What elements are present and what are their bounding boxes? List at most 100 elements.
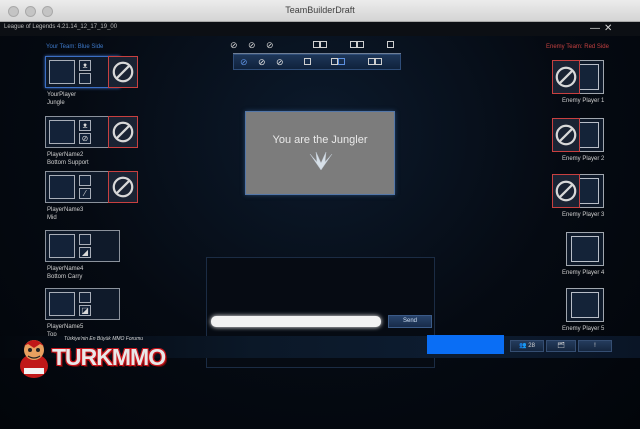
ban-icon: [112, 61, 134, 83]
ban-active-2-icon[interactable]: ⊘: [258, 58, 266, 67]
window-title: TeamBuilderDraft: [285, 5, 355, 15]
summoner-spell-1[interactable]: [79, 175, 91, 186]
highlight-box: [427, 335, 504, 354]
window-titlebar: TeamBuilderDraft: [0, 0, 640, 22]
summoner-spell-2[interactable]: ⊘: [79, 133, 91, 144]
close-button[interactable]: ✕: [604, 22, 612, 36]
enemy-slot: Enemy Player 3: [552, 174, 608, 222]
ban-active-6-icon[interactable]: [368, 58, 382, 67]
champion-frame[interactable]: ◪: [45, 288, 120, 320]
player-name: PlayerName5: [47, 324, 84, 330]
friends-count: 28: [528, 343, 535, 349]
logo-wordmark: TURKMMO: [52, 344, 166, 370]
summoner-spell-1[interactable]: ᴥ: [79, 120, 91, 131]
enemy-champion-portrait: [571, 236, 599, 262]
watermark-logo: Türkiye'nin En Büyük MMO Forumu TURKMMO: [14, 336, 166, 380]
role-assignment-panel: You are the Jungler: [245, 111, 395, 195]
teleport-icon: ◪: [81, 306, 89, 315]
summoner-spell-1[interactable]: [79, 234, 91, 245]
summoner-spell-2[interactable]: ◪: [79, 305, 91, 316]
chat-input[interactable]: [211, 316, 381, 327]
summoner-spell-1[interactable]: ᴥ: [79, 60, 91, 71]
player-role: Bottom Support: [47, 160, 89, 166]
red-team-label: Enemy Team: Red Side: [546, 44, 609, 50]
friends-icon: 👥: [519, 343, 527, 349]
player-name: PlayerName4: [47, 266, 84, 272]
folder-icon: 🗂: [557, 343, 565, 349]
champion-portrait[interactable]: [49, 175, 75, 199]
player-name: PlayerName3: [47, 207, 84, 213]
champion-portrait[interactable]: [49, 234, 75, 258]
enemy-player-name: Enemy Player 3: [562, 212, 605, 218]
slash-icon: ⁄: [84, 189, 86, 198]
smite-claw-icon: ᴥ: [82, 121, 88, 130]
ban-icon: [555, 66, 577, 88]
player-name: YourPlayer: [47, 92, 77, 98]
ban-slot-4-icon[interactable]: [313, 41, 327, 50]
player-role: Bottom Carry: [47, 274, 83, 280]
ban-icon: [112, 176, 134, 198]
player-name: PlayerName2: [47, 152, 84, 158]
enemy-champion-frame: [566, 288, 604, 322]
flash-icon: ⊘: [81, 134, 89, 143]
ban-active-1-icon[interactable]: ⊘: [240, 58, 248, 67]
send-button[interactable]: Send: [388, 315, 432, 328]
ban-indicator: [108, 171, 138, 203]
enemy-slot: Enemy Player 1: [552, 60, 608, 108]
ban-indicator: [108, 116, 138, 148]
ban-active-bar: ⊘ ⊘ ⊘: [233, 54, 401, 70]
ban-icon: [112, 121, 134, 143]
ban-slot-2-icon[interactable]: ⊘: [248, 41, 256, 50]
enemy-slot: Enemy Player 2: [552, 118, 608, 166]
mascot-icon: [20, 340, 48, 378]
ban-icon: [555, 180, 577, 202]
enemy-slot: Enemy Player 5: [552, 288, 608, 336]
alert-button[interactable]: !: [578, 340, 612, 352]
ally-slot[interactable]: ᴥ ⊘ PlayerName2 Bottom Support: [45, 116, 141, 174]
ban-indicator: [552, 118, 580, 152]
ally-slot[interactable]: ◢ PlayerName4 Bottom Carry: [45, 230, 141, 288]
champion-frame[interactable]: ◢: [45, 230, 120, 262]
smite-claw-icon: [309, 151, 333, 171]
summoner-spell-1[interactable]: [79, 292, 91, 303]
enemy-player-name: Enemy Player 2: [562, 156, 605, 162]
summoner-spell-2[interactable]: ⁄: [79, 188, 91, 199]
ban-slot-5-icon[interactable]: [350, 41, 364, 50]
ban-slot-6-icon[interactable]: [387, 41, 394, 50]
ban-active-5-icon[interactable]: [331, 58, 345, 67]
champion-portrait[interactable]: [49, 60, 75, 84]
ban-slot-1-icon[interactable]: ⊘: [230, 41, 238, 50]
ban-indicator: [552, 60, 580, 94]
champion-portrait[interactable]: [49, 292, 75, 316]
corner-icon: ◢: [81, 248, 89, 257]
enemy-champion-portrait: [571, 292, 599, 318]
ban-icon: [555, 124, 577, 146]
friends-button[interactable]: 👥 28: [510, 340, 544, 352]
folder-button[interactable]: 🗂: [546, 340, 576, 352]
smite-claw-icon: ᴥ: [82, 61, 88, 70]
ally-slot[interactable]: ⁄ PlayerName3 Mid: [45, 171, 141, 229]
ban-active-3-icon[interactable]: ⊘: [276, 58, 284, 67]
enemy-player-name: Enemy Player 4: [562, 270, 605, 276]
champion-portrait[interactable]: [49, 120, 75, 144]
client-bar: League of Legends 4.21.14_12_17_19_00 — …: [0, 22, 640, 36]
enemy-player-name: Enemy Player 5: [562, 326, 605, 332]
minimize-button[interactable]: —: [590, 22, 600, 36]
player-role: Jungle: [47, 100, 65, 106]
role-assignment-text: You are the Jungler: [272, 134, 368, 146]
enemy-slot: Enemy Player 4: [552, 232, 608, 280]
summoner-spell-2[interactable]: ◢: [79, 247, 91, 258]
ban-bar: ⊘ ⊘ ⊘: [230, 40, 400, 52]
summoner-spell-2[interactable]: [79, 73, 91, 84]
ban-slot-3-icon[interactable]: ⊘: [266, 41, 274, 50]
enemy-player-name: Enemy Player 1: [562, 98, 605, 104]
ally-slot[interactable]: ᴥ YourPlayer Jungle: [45, 56, 141, 114]
player-role: Mid: [47, 215, 57, 221]
client-version: League of Legends 4.21.14_12_17_19_00: [4, 24, 118, 30]
ban-indicator: [108, 56, 138, 88]
ban-indicator: [552, 174, 580, 208]
enemy-champion-frame: [566, 232, 604, 266]
logo-tagline: Türkiye'nin En Büyük MMO Forumu: [64, 336, 144, 342]
blue-team-label: Your Team: Blue Side: [46, 44, 104, 50]
ban-active-4-icon[interactable]: [304, 58, 311, 67]
